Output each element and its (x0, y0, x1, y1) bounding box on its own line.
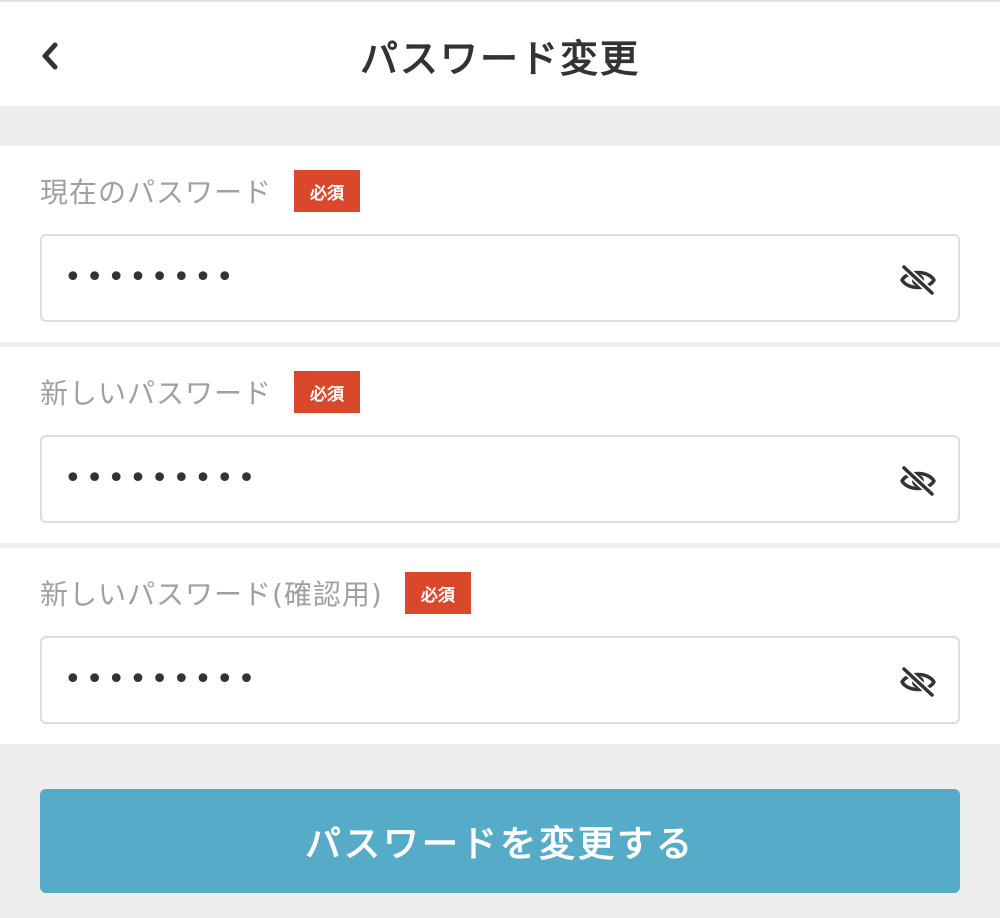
required-badge: 必須 (294, 371, 361, 413)
current-password-input[interactable]: •••••••• (40, 234, 960, 322)
label-row: 新しいパスワード 必須 (40, 371, 361, 413)
page-title: パスワード変更 (359, 37, 640, 81)
change-password-button[interactable]: パスワードを変更する (40, 789, 960, 893)
toggle-visibility-button[interactable] (898, 662, 938, 702)
toggle-visibility-button[interactable] (898, 260, 938, 300)
eye-slash-icon (900, 264, 936, 296)
confirm-password-section: 新しいパスワード(確認用) 必須 ••••••••• (0, 548, 1000, 744)
password-value: •••••••• (64, 260, 238, 295)
new-password-label: 新しいパスワード (40, 377, 273, 410)
password-value: ••••••••• (64, 461, 260, 496)
required-badge: 必須 (294, 170, 361, 212)
new-password-section: 新しいパスワード 必須 ••••••••• (0, 347, 1000, 543)
confirm-password-label: 新しいパスワード(確認用) (40, 578, 383, 611)
current-password-label: 現在のパスワード (40, 176, 273, 209)
label-row: 新しいパスワード(確認用) 必須 (40, 572, 471, 614)
label-row: 現在のパスワード 必須 (40, 170, 361, 212)
current-password-section: 現在のパスワード 必須 •••••••• (0, 146, 1000, 342)
app-header: パスワード変更 (0, 0, 1000, 106)
eye-slash-icon (900, 465, 936, 497)
password-value: ••••••••• (64, 662, 260, 697)
required-badge: 必須 (404, 572, 471, 614)
eye-slash-icon (900, 666, 936, 698)
toggle-visibility-button[interactable] (898, 461, 938, 501)
confirm-password-input[interactable]: ••••••••• (40, 636, 960, 724)
new-password-input[interactable]: ••••••••• (40, 435, 960, 523)
